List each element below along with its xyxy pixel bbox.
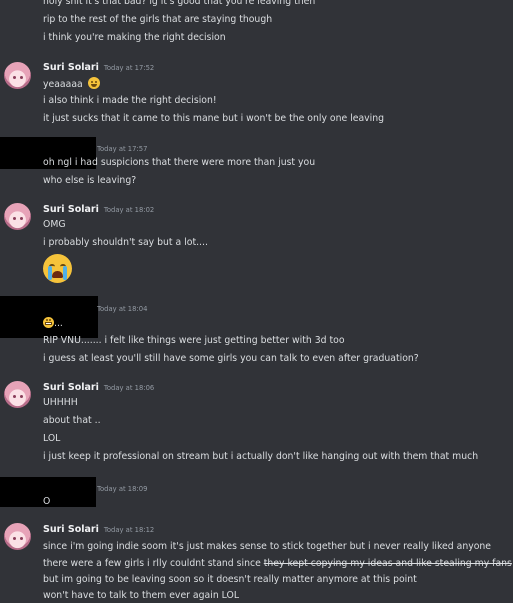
message-text: oh ngl i had suspicions that there were … [43,157,316,168]
message-header: Today at 17:57 [97,143,147,155]
message-text: i guess at least you'll still have some … [43,353,419,364]
timestamp: Today at 18:09 [97,485,148,493]
timestamp: Today at 18:12 [103,526,155,534]
message-text: there were a few girls i rlly couldnt st… [43,558,512,570]
message-header: Today at 18:09 [97,483,147,495]
message-text: O [43,496,51,507]
message-text: yeaaaaa [43,77,100,91]
message-text: rip to the rest of the girls that are st… [43,14,273,25]
message-text: i think you're making the right decision [43,32,226,43]
avatar[interactable] [4,523,31,550]
loudly-crying-face-icon [43,254,72,283]
message-header: Suri Solari Today at 17:52 [43,62,154,74]
message-text: holy shit it's that bad? ig it's good th… [43,0,316,7]
avatar[interactable] [4,381,31,408]
timestamp: Today at 18:06 [103,384,155,392]
message-text: i probably shouldn't say but a lot.... [43,237,208,248]
message-text: UHHHH [43,397,78,408]
username[interactable]: Suri Solari [43,62,99,73]
message-text: since i'm going indie soom it's just mak… [43,541,492,552]
message-text: but im going to be leaving soon so it do… [43,574,417,585]
timestamp: Today at 17:57 [97,145,148,153]
message-text: who else is leaving? [43,175,137,186]
message-header: Today at 18:04 [97,303,147,315]
timestamp: Today at 18:04 [97,305,148,313]
message-text: about that .. [43,415,101,426]
username[interactable]: Suri Solari [43,204,99,215]
timestamp: Today at 17:52 [103,64,155,72]
face-holding-back-tears-icon [87,77,100,89]
message-text: it just sucks that it came to this mane … [43,113,385,124]
message-text: RIP VNU....... i felt like things were j… [43,335,345,346]
grimacing-face-icon [43,317,54,328]
message-text-content: yeaaaaa [43,79,83,90]
username[interactable]: Suri Solari [43,382,99,393]
message-text: OMG [43,219,66,230]
message-text: ... [43,317,63,330]
message-text: won't have to talk to them ever again LO… [43,590,240,601]
avatar[interactable] [4,203,31,230]
message-text-content: there were a few girls i rlly couldnt st… [43,558,264,569]
message-text: i just keep it professional on stream bu… [43,451,479,462]
username[interactable]: Suri Solari [43,524,99,535]
strikethrough-text: they kept copying my ideas and like stea… [263,558,512,569]
timestamp: Today at 18:02 [103,206,155,214]
message-text-content: ... [54,318,63,329]
message-header: Suri Solari Today at 18:02 [43,204,154,216]
message-header: Suri Solari Today at 18:12 [43,524,154,536]
chat-message-list: holy shit it's that bad? ig it's good th… [0,0,513,603]
message-text: LOL [43,433,61,444]
avatar[interactable] [4,62,31,89]
message-header: Suri Solari Today at 18:06 [43,382,154,394]
message-text: i also think i made the right decision! [43,95,217,106]
